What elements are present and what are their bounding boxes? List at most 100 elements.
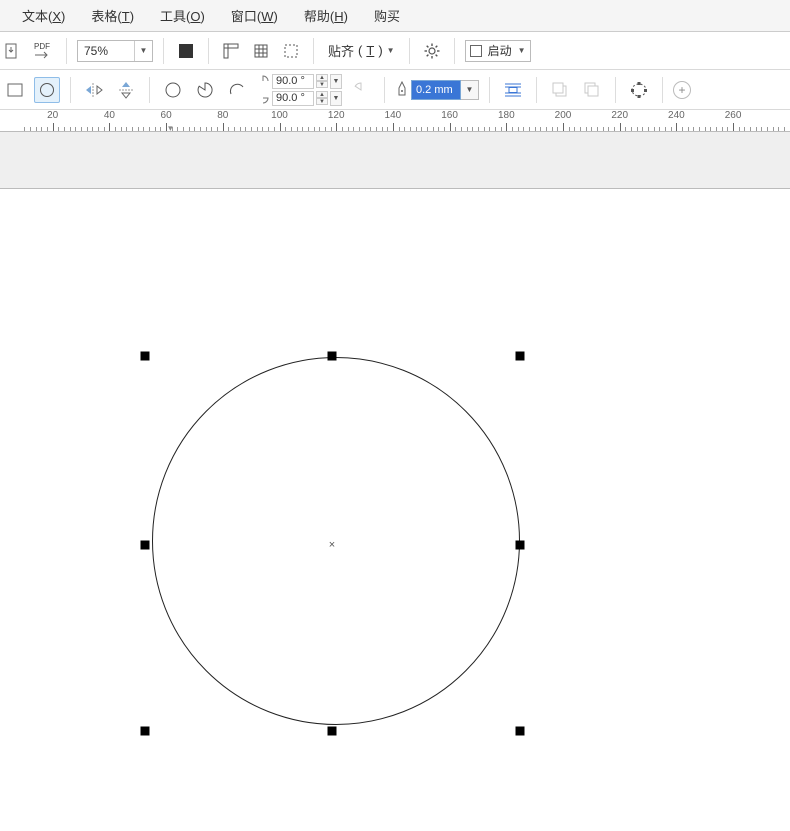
stage[interactable]: × <box>0 132 790 831</box>
selection-handle[interactable] <box>516 727 525 736</box>
ruler-tick-label: 20 <box>47 110 58 121</box>
to-front-icon[interactable] <box>547 77 573 103</box>
show-grid-icon[interactable] <box>249 39 273 63</box>
outline-width-value[interactable]: 0.2 mm <box>411 80 461 100</box>
menu-table[interactable]: 表格(T) <box>79 2 146 29</box>
zoom-dropdown[interactable]: ▼ <box>134 41 152 61</box>
wrap-text-icon[interactable] <box>500 77 526 103</box>
ruler-tick-minor <box>98 127 99 131</box>
menu-tools[interactable]: 工具(O) <box>148 2 217 29</box>
pie-shape-button[interactable] <box>192 77 218 103</box>
ruler-tick-minor <box>784 127 785 131</box>
mirror-horizontal-icon[interactable] <box>81 77 107 103</box>
chevron-down-icon: ▼ <box>518 46 526 55</box>
selection-handle[interactable] <box>141 352 150 361</box>
ruler-tick-minor <box>444 127 445 131</box>
selection-handle[interactable] <box>141 727 150 736</box>
ruler-tick-minor <box>608 127 609 131</box>
rect-outline-icon[interactable] <box>2 77 28 103</box>
pie-direction-button[interactable] <box>348 77 374 103</box>
circle-outline-icon[interactable] <box>34 77 60 103</box>
export-pdf-button[interactable]: PDF <box>28 39 56 63</box>
ellipse-shape-button[interactable] <box>160 77 186 103</box>
menu-buy[interactable]: 购买 <box>362 2 412 29</box>
ruler-tick-minor <box>761 127 762 131</box>
ruler-tick-minor <box>739 127 740 131</box>
menu-text[interactable]: 文本(X) <box>10 2 77 29</box>
ruler-tick-minor <box>138 127 139 131</box>
ruler-tick-minor <box>370 127 371 131</box>
outline-width-dropdown[interactable]: ▼ <box>461 80 479 100</box>
page[interactable]: × <box>0 188 790 831</box>
ruler-tick-minor <box>297 127 298 131</box>
ruler-tick-minor <box>359 127 360 131</box>
ruler-tick-minor <box>268 127 269 131</box>
selection-center-mark[interactable]: × <box>329 539 335 551</box>
ruler-tick-minor <box>81 127 82 131</box>
ruler-tick-minor <box>625 127 626 131</box>
ruler-tick-minor <box>47 127 48 131</box>
ruler-tick-minor <box>529 127 530 131</box>
selection-handle[interactable] <box>328 352 337 361</box>
ruler-tick-minor <box>569 127 570 131</box>
angle-start-dropdown[interactable]: ▼ <box>330 74 342 89</box>
angle-start-spinner[interactable]: ▲▼ <box>316 74 328 88</box>
menu-help[interactable]: 帮助(H) <box>292 2 360 29</box>
selection-handle[interactable] <box>516 541 525 550</box>
arc-shape-button[interactable] <box>224 77 250 103</box>
angle-start-input[interactable]: 90.0 ° <box>272 74 314 89</box>
show-guidelines-icon[interactable] <box>279 39 303 63</box>
import-icon[interactable] <box>2 39 22 63</box>
ruler-tick-minor <box>501 127 502 131</box>
ruler-guide-marker[interactable]: ▾ <box>168 123 173 131</box>
fullscreen-icon[interactable] <box>174 39 198 63</box>
mirror-vertical-icon[interactable] <box>113 77 139 103</box>
selection-handle[interactable] <box>516 352 525 361</box>
menu-help-label: 帮助 <box>304 9 330 24</box>
show-rulers-icon[interactable] <box>219 39 243 63</box>
add-button[interactable]: + <box>673 81 691 99</box>
ruler-tick-minor <box>240 127 241 131</box>
angle-end-dropdown[interactable]: ▼ <box>330 91 342 106</box>
separator <box>536 77 537 103</box>
ruler-tick <box>620 123 621 131</box>
ruler-tick-minor <box>756 127 757 131</box>
angle-end-spinner[interactable]: ▲▼ <box>316 91 328 105</box>
outline-width-combo[interactable]: 0.2 mm ▼ <box>395 79 479 101</box>
zoom-combo[interactable]: 75% ▼ <box>77 40 153 62</box>
angle-end-icon <box>256 91 270 105</box>
workspace: 20406080100120140160180200220240260▾ × <box>0 110 790 831</box>
ruler-tick-minor <box>126 127 127 131</box>
zoom-value[interactable]: 75% <box>78 44 134 58</box>
options-gear-icon[interactable] <box>420 39 444 63</box>
angle-end-input[interactable]: 90.0 ° <box>272 91 314 106</box>
ruler-tick-minor <box>705 127 706 131</box>
chevron-down-icon: ▼ <box>387 46 395 55</box>
ruler-tick-minor <box>552 127 553 131</box>
ruler-tick-minor <box>257 127 258 131</box>
ruler-tick-minor <box>744 127 745 131</box>
ruler-tick-minor <box>693 127 694 131</box>
selection-handle[interactable] <box>141 541 150 550</box>
to-back-icon[interactable] <box>579 77 605 103</box>
ruler-tick-minor <box>637 127 638 131</box>
ruler-tick-minor <box>642 127 643 131</box>
ruler-tick-minor <box>484 127 485 131</box>
selection-handle[interactable] <box>328 727 337 736</box>
menu-window[interactable]: 窗口(W) <box>219 2 290 29</box>
snap-to-dropdown[interactable]: 贴齐(T) ▼ <box>324 39 399 62</box>
ruler-tick-minor <box>778 127 779 131</box>
ruler-tick-minor <box>365 127 366 131</box>
menubar: 文本(X) 表格(T) 工具(O) 窗口(W) 帮助(H) 购买 <box>0 0 790 32</box>
ruler-tick-minor <box>665 127 666 131</box>
launch-label: 启动 <box>488 42 512 59</box>
ruler-tick-label: 120 <box>328 110 345 121</box>
launch-button[interactable]: 启动 ▼ <box>465 40 531 62</box>
separator <box>70 77 71 103</box>
convert-to-curves-icon[interactable] <box>626 77 652 103</box>
ruler-tick-minor <box>603 127 604 131</box>
ruler-tick-label: 80 <box>217 110 228 121</box>
ruler-tick-minor <box>727 127 728 131</box>
horizontal-ruler[interactable]: 20406080100120140160180200220240260▾ <box>0 110 790 132</box>
ruler-tick-minor <box>331 127 332 131</box>
